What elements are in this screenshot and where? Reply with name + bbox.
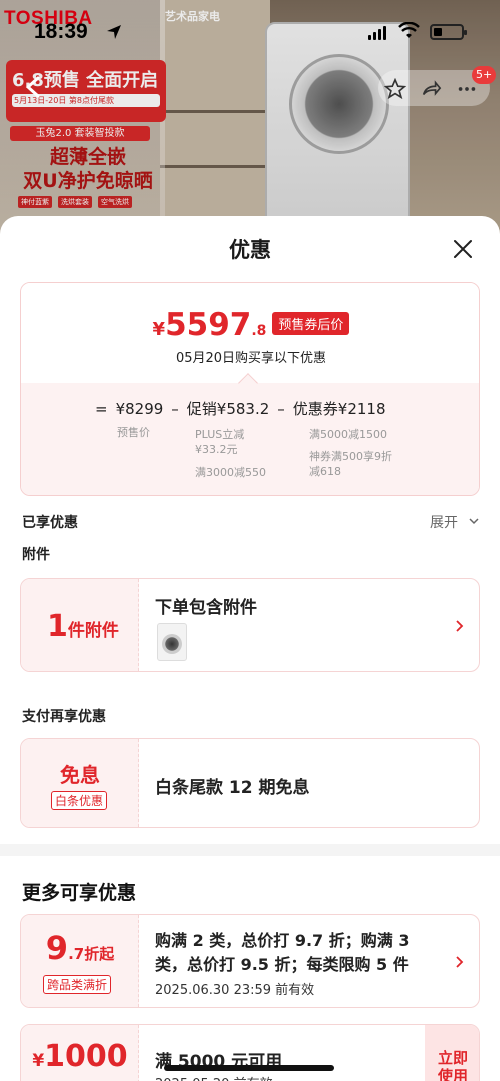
accessory-count-number: 1 [47,609,68,644]
accessory-section-label: 附件 [22,547,50,563]
payment-offer-card[interactable]: 免息 白条优惠 白条尾款 12 期免息 [20,738,480,828]
payment-section-label: 支付再享优惠 [22,709,106,725]
price-integer: 5597 [165,307,252,343]
signal-icon [368,26,386,40]
card-left-panel: 9.7折起 跨品类满折 [21,915,139,1007]
formula-equals: = [95,400,108,418]
accessory-thumbnail [157,623,187,661]
section-divider [0,844,500,856]
discount-sheet: 优惠 ¥5597.8 预售券后价 05月20日购买享以下优惠 = ¥8299– 促销¥… [0,216,500,1081]
cross-category-discount-card[interactable]: 9.7折起 跨品类满折 购满 2 类，总价打 9.7 折；购满 3 类，总价打 … [20,914,480,1008]
close-icon[interactable] [452,238,474,260]
chevron-down-icon[interactable] [468,516,480,526]
share-icon[interactable] [420,78,442,100]
price-breakdown-card: ¥5597.8 预售券后价 05月20日购买享以下优惠 = ¥8299– 促销¥583… [20,282,480,496]
battery-icon [430,24,467,40]
back-arrow-icon[interactable] [24,76,42,98]
card-left-panel: 免息 白条优惠 [21,739,139,827]
price-tag: 预售券后价 [272,312,350,335]
coupon-card[interactable]: ¥1000 满 5000 元可用 2025.05.20 前有效 立即 使用 [20,1024,480,1081]
wifi-icon [398,22,420,38]
formula-minus: – [171,400,179,418]
coupon-detail-2: 神券满500享9折 [309,450,392,463]
coupon-currency: ¥ [32,1051,45,1071]
expand-button[interactable]: 展开 [430,512,458,532]
chevron-right-icon[interactable] [453,955,465,969]
final-price: ¥5597.8 预售券后价 [21,307,479,343]
coupon-detail-3: 减618 [309,465,341,478]
discount-expiry: 2025.06.30 23:59 前有效 [155,983,315,998]
payment-offer-text: 白条尾款 12 期免息 [155,778,310,798]
coupon-expiry: 2025.05.20 前有效 [155,1073,273,1081]
formula-promo: 促销¥583.2 [186,400,270,418]
sheet-title: 优惠 [229,238,271,262]
accessory-count: 1件附件 [47,609,119,644]
price-summary: ¥5597.8 预售券后价 05月20日购买享以下优惠 [21,283,479,383]
location-arrow-icon [107,25,121,39]
card-left-panel: 1件附件 [21,579,139,671]
notification-badge: 5+ [472,66,497,84]
interest-free-label: 免息 [60,763,100,787]
formula-coupon: 优惠券¥2118 [292,400,386,418]
formula-presale: ¥8299 [115,400,164,418]
baitiao-tag: 白条优惠 [51,791,108,810]
price-formula-panel: = ¥8299– 促销¥583.2– 优惠券¥2118 预售价 PLUS立减 ¥33.… [21,373,479,495]
promo-detail-1: PLUS立减 [195,428,245,441]
discount-tag: 跨品类满折 [43,975,112,994]
accessory-title: 下单包含附件 [155,598,257,618]
more-offers-title: 更多可享优惠 [22,882,137,904]
purchase-date-note: 05月20日购买享以下优惠 [175,351,327,366]
status-bar: 18:39 [0,0,500,60]
promo-detail-3: 满3000减550 [195,466,266,479]
accessory-count-unit: 件附件 [67,621,119,641]
coupon-amount: ¥1000 [21,1039,139,1074]
home-indicator[interactable] [164,1065,334,1071]
coupon-value: 1000 [44,1039,128,1074]
price-decimal: .8 [251,323,267,339]
presale-label: 预售价 [117,426,150,439]
coupon-detail-1: 满5000减1500 [309,428,387,441]
accessory-card[interactable]: 1件附件 下单包含附件 [20,578,480,672]
star-icon[interactable] [384,78,406,100]
price-formula: = ¥8299– 促销¥583.2– 优惠券¥2118 [95,398,394,419]
use-now-line-2: 使用 [437,1067,468,1081]
card-left-panel: ¥1000 [21,1025,139,1081]
status-time: 18:39 [34,20,88,43]
currency-symbol: ¥ [152,319,166,340]
enjoyed-section-label: 已享优惠 [22,515,78,531]
chevron-right-icon[interactable] [453,619,465,633]
use-now-button[interactable]: 立即 使用 [425,1025,479,1081]
use-now-line-1: 立即 [437,1049,468,1067]
discount-rule-text: 购满 2 类，总价打 9.7 折；购满 3 类，总价打 9.5 折；每类限购 5… [155,931,410,974]
discount-rate: 9.7折起 [21,929,139,967]
discount-suffix: .7折起 [68,945,115,963]
formula-minus: – [277,400,285,418]
discount-number: 9 [45,929,69,967]
promo-detail-2: ¥33.2元 [195,443,238,456]
